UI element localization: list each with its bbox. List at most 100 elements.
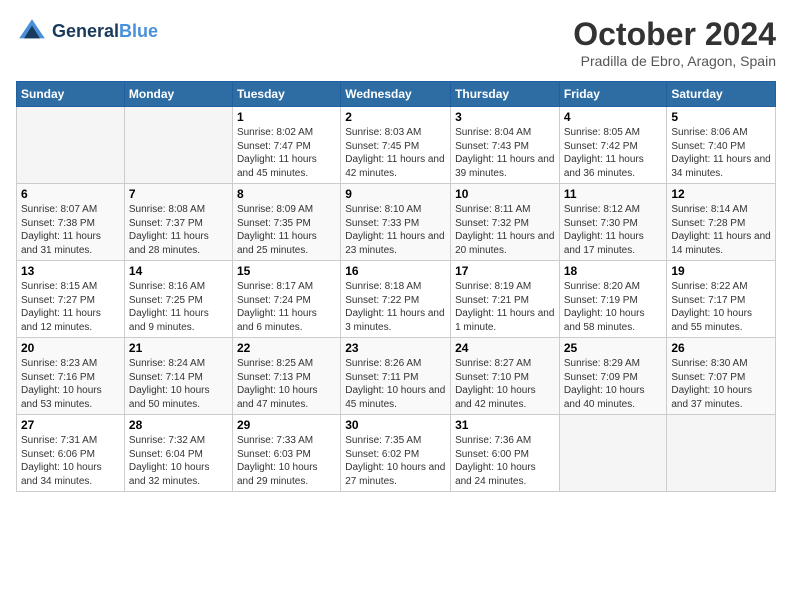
day-info: Sunrise: 8:26 AMSunset: 7:11 PMDaylight:…	[345, 357, 446, 411]
day-info: Sunrise: 8:12 AMSunset: 7:30 PMDaylight:…	[564, 203, 663, 257]
day-info: Sunrise: 8:11 AMSunset: 7:32 PMDaylight:…	[455, 203, 555, 257]
day-info: Sunrise: 8:24 AMSunset: 7:14 PMDaylight:…	[129, 357, 228, 411]
day-number: 16	[345, 264, 446, 278]
calendar-week-2: 6Sunrise: 8:07 AMSunset: 7:38 PMDaylight…	[17, 184, 776, 261]
calendar-cell	[17, 107, 125, 184]
day-number: 21	[129, 341, 228, 355]
day-info: Sunrise: 8:04 AMSunset: 7:43 PMDaylight:…	[455, 126, 555, 180]
calendar-cell: 20 Sunrise: 8:23 AMSunset: 7:16 PMDayligh…	[17, 338, 125, 415]
calendar-cell: 14 Sunrise: 8:16 AMSunset: 7:25 PMDayligh…	[124, 261, 232, 338]
day-info: Sunrise: 8:03 AMSunset: 7:45 PMDaylight:…	[345, 126, 446, 180]
day-number: 14	[129, 264, 228, 278]
calendar-cell: 30 Sunrise: 7:35 AMSunset: 6:02 PMDayligh…	[341, 415, 451, 492]
calendar-cell: 28 Sunrise: 7:32 AMSunset: 6:04 PMDayligh…	[124, 415, 232, 492]
day-info: Sunrise: 8:27 AMSunset: 7:10 PMDaylight:…	[455, 357, 555, 411]
day-number: 7	[129, 187, 228, 201]
day-info: Sunrise: 8:09 AMSunset: 7:35 PMDaylight:…	[237, 203, 336, 257]
day-number: 26	[671, 341, 771, 355]
day-number: 4	[564, 110, 663, 124]
logo-text: GeneralBlue	[52, 22, 158, 42]
calendar-cell: 18 Sunrise: 8:20 AMSunset: 7:19 PMDayligh…	[559, 261, 667, 338]
day-info: Sunrise: 8:29 AMSunset: 7:09 PMDaylight:…	[564, 357, 663, 411]
calendar-cell: 29Sunrise: 7:33 AMSunset: 6:03 PMDayligh…	[232, 415, 340, 492]
calendar-week-5: 27 Sunrise: 7:31 AMSunset: 6:06 PMDayligh…	[17, 415, 776, 492]
day-info: Sunrise: 7:32 AMSunset: 6:04 PMDaylight:…	[129, 434, 228, 488]
day-number: 9	[345, 187, 446, 201]
day-header-thursday: Thursday	[451, 82, 560, 107]
day-number: 18	[564, 264, 663, 278]
calendar-table: SundayMondayTuesdayWednesdayThursdayFrid…	[16, 81, 776, 492]
day-number: 30	[345, 418, 446, 432]
calendar-cell: 16 Sunrise: 8:18 AMSunset: 7:22 PMDayligh…	[341, 261, 451, 338]
calendar-cell: 8 Sunrise: 8:09 AMSunset: 7:35 PMDaylight…	[232, 184, 340, 261]
calendar-cell: 24 Sunrise: 8:27 AMSunset: 7:10 PMDayligh…	[451, 338, 560, 415]
day-number: 3	[455, 110, 555, 124]
calendar-cell	[667, 415, 776, 492]
day-info: Sunrise: 8:14 AMSunset: 7:28 PMDaylight:…	[671, 203, 771, 257]
page-header: GeneralBlue October 2024 Pradilla de Ebr…	[16, 16, 776, 69]
day-header-tuesday: Tuesday	[232, 82, 340, 107]
day-info: Sunrise: 7:36 AMSunset: 6:00 PMDaylight:…	[455, 434, 555, 488]
logo-icon	[16, 16, 48, 48]
day-header-monday: Monday	[124, 82, 232, 107]
day-info: Sunrise: 8:23 AMSunset: 7:16 PMDaylight:…	[21, 357, 120, 411]
location-subtitle: Pradilla de Ebro, Aragon, Spain	[573, 53, 776, 69]
day-number: 22	[237, 341, 336, 355]
day-number: 24	[455, 341, 555, 355]
calendar-cell: 3 Sunrise: 8:04 AMSunset: 7:43 PMDaylight…	[451, 107, 560, 184]
day-number: 31	[455, 418, 555, 432]
calendar-cell: 1Sunrise: 8:02 AMSunset: 7:47 PMDaylight…	[232, 107, 340, 184]
day-header-sunday: Sunday	[17, 82, 125, 107]
day-info: Sunrise: 8:30 AMSunset: 7:07 PMDaylight:…	[671, 357, 771, 411]
day-info: Sunrise: 8:19 AMSunset: 7:21 PMDaylight:…	[455, 280, 555, 334]
calendar-week-4: 20 Sunrise: 8:23 AMSunset: 7:16 PMDayligh…	[17, 338, 776, 415]
logo: GeneralBlue	[16, 16, 158, 48]
day-info: Sunrise: 8:10 AMSunset: 7:33 PMDaylight:…	[345, 203, 446, 257]
day-info: Sunrise: 8:20 AMSunset: 7:19 PMDaylight:…	[564, 280, 663, 334]
calendar-cell	[559, 415, 667, 492]
day-info: Sunrise: 7:31 AMSunset: 6:06 PMDaylight:…	[21, 434, 120, 488]
day-info: Sunrise: 8:06 AMSunset: 7:40 PMDaylight:…	[671, 126, 771, 180]
day-number: 29	[237, 418, 336, 432]
day-info: Sunrise: 8:18 AMSunset: 7:22 PMDaylight:…	[345, 280, 446, 334]
day-info: Sunrise: 8:17 AMSunset: 7:24 PMDaylight:…	[237, 280, 336, 334]
calendar-cell: 19Sunrise: 8:22 AMSunset: 7:17 PMDayligh…	[667, 261, 776, 338]
day-number: 10	[455, 187, 555, 201]
day-info: Sunrise: 8:16 AMSunset: 7:25 PMDaylight:…	[129, 280, 228, 334]
day-number: 8	[237, 187, 336, 201]
day-number: 25	[564, 341, 663, 355]
calendar-cell: 7 Sunrise: 8:08 AMSunset: 7:37 PMDaylight…	[124, 184, 232, 261]
day-header-friday: Friday	[559, 82, 667, 107]
day-number: 17	[455, 264, 555, 278]
calendar-cell: 5 Sunrise: 8:06 AMSunset: 7:40 PMDaylight…	[667, 107, 776, 184]
day-number: 15	[237, 264, 336, 278]
calendar-cell	[124, 107, 232, 184]
calendar-cell: 27 Sunrise: 7:31 AMSunset: 6:06 PMDayligh…	[17, 415, 125, 492]
month-title: October 2024	[573, 16, 776, 53]
calendar-cell: 17 Sunrise: 8:19 AMSunset: 7:21 PMDayligh…	[451, 261, 560, 338]
day-number: 6	[21, 187, 120, 201]
day-info: Sunrise: 8:25 AMSunset: 7:13 PMDaylight:…	[237, 357, 336, 411]
day-number: 23	[345, 341, 446, 355]
day-number: 1	[237, 110, 336, 124]
day-header-saturday: Saturday	[667, 82, 776, 107]
day-info: Sunrise: 8:05 AMSunset: 7:42 PMDaylight:…	[564, 126, 663, 180]
title-block: October 2024 Pradilla de Ebro, Aragon, S…	[573, 16, 776, 69]
day-number: 5	[671, 110, 771, 124]
day-number: 12	[671, 187, 771, 201]
calendar-cell: 10 Sunrise: 8:11 AMSunset: 7:32 PMDayligh…	[451, 184, 560, 261]
day-number: 2	[345, 110, 446, 124]
day-info: Sunrise: 7:35 AMSunset: 6:02 PMDaylight:…	[345, 434, 446, 488]
calendar-cell: 13Sunrise: 8:15 AMSunset: 7:27 PMDayligh…	[17, 261, 125, 338]
day-number: 20	[21, 341, 120, 355]
day-header-wednesday: Wednesday	[341, 82, 451, 107]
day-number: 28	[129, 418, 228, 432]
day-number: 11	[564, 187, 663, 201]
day-info: Sunrise: 8:22 AMSunset: 7:17 PMDaylight:…	[671, 280, 771, 334]
day-info: Sunrise: 8:08 AMSunset: 7:37 PMDaylight:…	[129, 203, 228, 257]
day-number: 27	[21, 418, 120, 432]
calendar-cell: 2 Sunrise: 8:03 AMSunset: 7:45 PMDaylight…	[341, 107, 451, 184]
calendar-cell: 6Sunrise: 8:07 AMSunset: 7:38 PMDaylight…	[17, 184, 125, 261]
calendar-cell: 23 Sunrise: 8:26 AMSunset: 7:11 PMDayligh…	[341, 338, 451, 415]
calendar-cell: 21 Sunrise: 8:24 AMSunset: 7:14 PMDayligh…	[124, 338, 232, 415]
